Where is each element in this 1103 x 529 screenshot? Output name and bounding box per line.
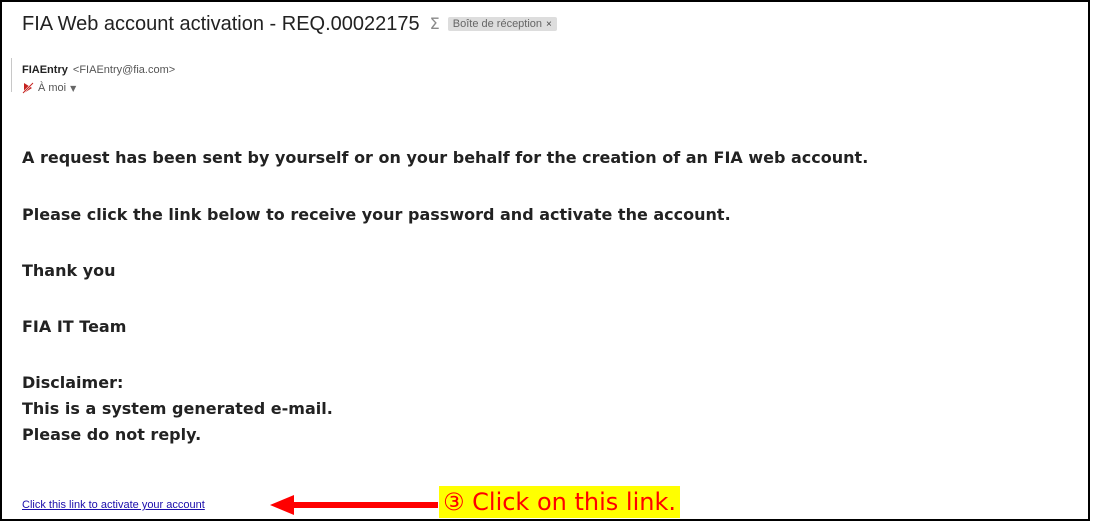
email-view-frame: FIA Web account activation - REQ.0002217… [0,0,1090,521]
header-divider [11,58,12,92]
importance-marker-icon[interactable]: Σ [430,16,440,32]
recipient-label: À moi [38,82,67,94]
body-line-disclaimer-heading: Disclaimer: [22,373,124,392]
body-line-instruction: Please click the link below to receive y… [22,205,731,224]
inbox-label-chip[interactable]: Boîte de réception × [447,17,557,31]
instruction-callout: ③ Click on this link. [439,486,680,518]
spam-flag-icon [22,82,34,94]
chevron-down-icon[interactable]: ▼ [70,84,76,93]
body-line-request: A request has been sent by yourself or o… [22,148,869,167]
body-line-disclaimer-system: This is a system generated e-mail. [22,399,333,418]
email-subject: FIA Web account activation - REQ.0002217… [22,12,420,35]
body-line-signature: FIA IT Team [22,317,127,336]
subject-row: FIA Web account activation - REQ.0002217… [22,9,557,39]
sender-name[interactable]: FIAEntry [22,64,68,76]
sender-email: <FIAEntry@fia.com> [72,64,176,76]
sender-row: FIAEntry <FIAEntry@fia.com> [22,64,175,76]
inbox-label-text: Boîte de réception [452,18,543,30]
body-line-disclaimer-noreply: Please do not reply. [22,425,202,444]
recipient-row[interactable]: À moi ▼ [22,82,76,94]
activate-account-link[interactable]: Click this link to activate your account [22,499,205,511]
body-line-thanks: Thank you [22,261,116,280]
left-arrow-icon [270,495,438,515]
remove-label-icon[interactable]: × [546,19,552,30]
